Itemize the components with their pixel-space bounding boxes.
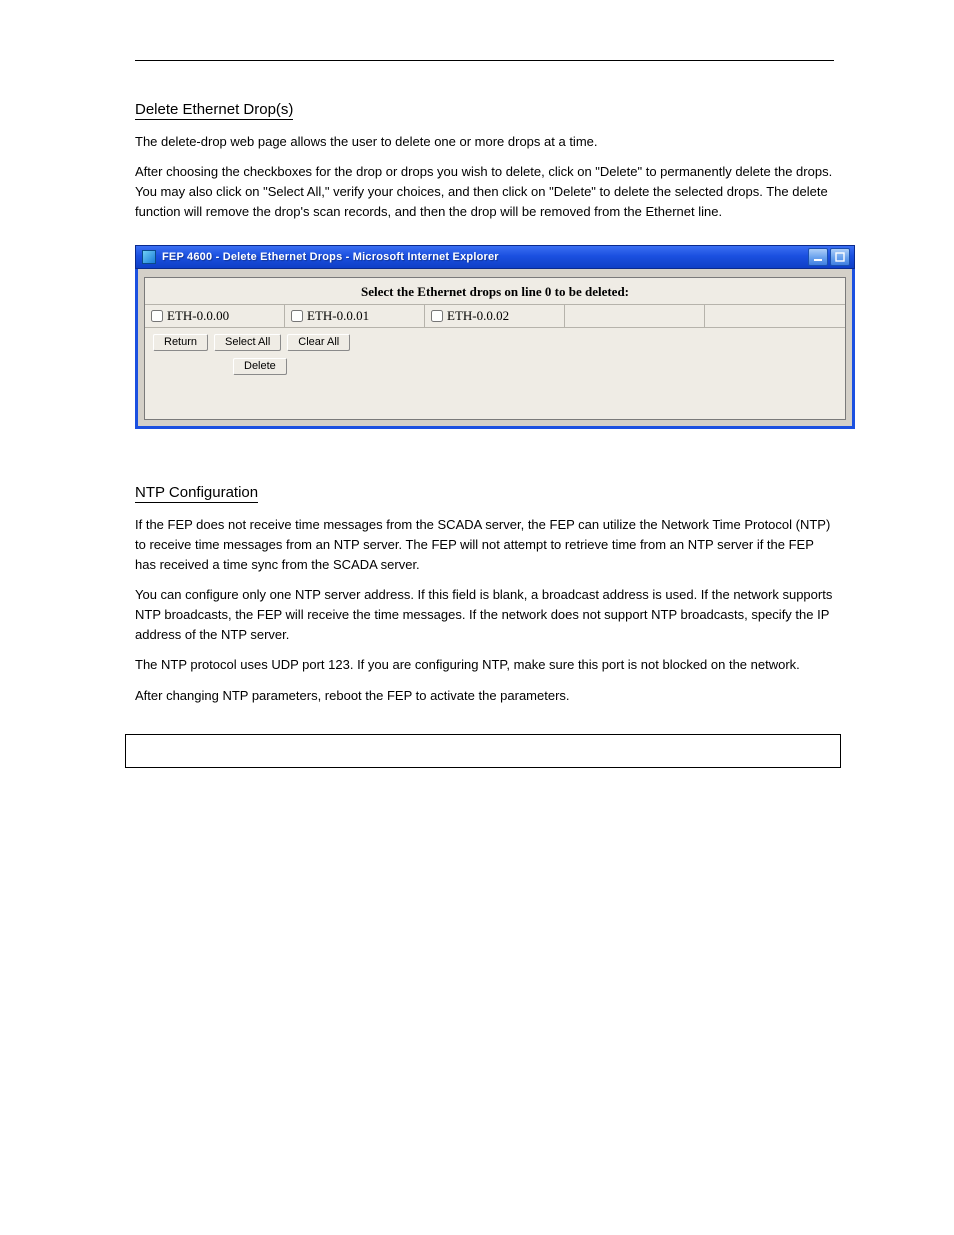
- minimize-button[interactable]: [808, 248, 828, 266]
- clear-all-button[interactable]: Clear All: [287, 334, 350, 351]
- delete-button[interactable]: Delete: [233, 358, 287, 375]
- drops-row: ETH-0.0.00 ETH-0.0.01 ETH-0.0.02: [145, 305, 845, 328]
- ie-logo-icon: [142, 250, 156, 264]
- panel-header: Select the Ethernet drops on line 0 to b…: [145, 278, 845, 305]
- drop-cell-empty: [705, 305, 845, 327]
- paragraph: If the FEP does not receive time message…: [135, 515, 834, 575]
- drop-cell[interactable]: ETH-0.0.02: [425, 305, 565, 327]
- drop-cell[interactable]: ETH-0.0.01: [285, 305, 425, 327]
- section-heading: NTP Configuration: [135, 484, 258, 503]
- select-all-button[interactable]: Select All: [214, 334, 281, 351]
- section-delete-ethernet-drops: Delete Ethernet Drop(s) The delete-drop …: [135, 101, 834, 223]
- return-button[interactable]: Return: [153, 334, 208, 351]
- paragraph: The NTP protocol uses UDP port 123. If y…: [135, 655, 834, 675]
- section-ntp-configuration: NTP Configuration If the FEP does not re…: [135, 484, 834, 706]
- paragraph: The delete-drop web page allows the user…: [135, 132, 834, 152]
- empty-table-box: [125, 734, 841, 768]
- section-body: If the FEP does not receive time message…: [135, 515, 834, 706]
- drop-checkbox[interactable]: [431, 310, 443, 322]
- drop-label: ETH-0.0.02: [447, 308, 509, 324]
- drop-checkbox[interactable]: [151, 310, 163, 322]
- button-row-2: Delete: [145, 352, 375, 378]
- drop-checkbox[interactable]: [291, 310, 303, 322]
- minimize-icon: [813, 252, 823, 262]
- drop-label: ETH-0.0.01: [307, 308, 369, 324]
- maximize-icon: [835, 252, 845, 262]
- page-top-rule: [135, 60, 834, 61]
- paragraph: After changing NTP parameters, reboot th…: [135, 686, 834, 706]
- maximize-button[interactable]: [830, 248, 850, 266]
- section-body: The delete-drop web page allows the user…: [135, 132, 834, 223]
- button-row: Return Select All Clear All: [145, 328, 375, 354]
- section-heading: Delete Ethernet Drop(s): [135, 101, 293, 120]
- delete-drops-panel: Select the Ethernet drops on line 0 to b…: [144, 277, 846, 420]
- drop-cell[interactable]: ETH-0.0.00: [145, 305, 285, 327]
- paragraph: After choosing the checkboxes for the dr…: [135, 162, 834, 222]
- drop-label: ETH-0.0.00: [167, 308, 229, 324]
- window-titlebar[interactable]: FEP 4600 - Delete Ethernet Drops - Micro…: [135, 245, 855, 269]
- window-control-buttons: [808, 248, 850, 266]
- window-client-area: Select the Ethernet drops on line 0 to b…: [135, 269, 855, 429]
- window-title: FEP 4600 - Delete Ethernet Drops - Micro…: [162, 251, 808, 263]
- paragraph: You can configure only one NTP server ad…: [135, 585, 834, 645]
- drop-cell-empty: [565, 305, 705, 327]
- ie-window: FEP 4600 - Delete Ethernet Drops - Micro…: [135, 245, 855, 429]
